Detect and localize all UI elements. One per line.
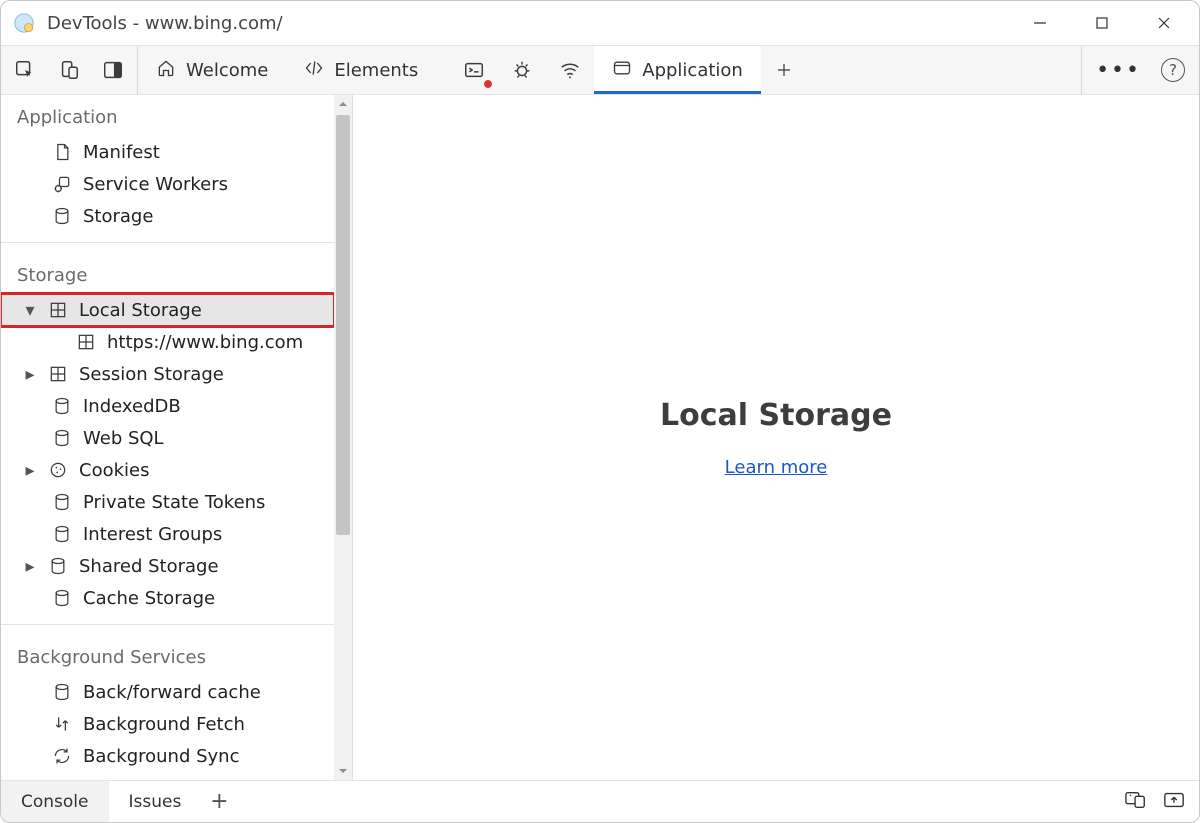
dock-side-icon[interactable] — [97, 54, 129, 86]
drawer: Console Issues + — [1, 780, 1199, 822]
sidebar-item-indexeddb[interactable]: IndexedDB — [1, 390, 334, 422]
tab-label: Elements — [334, 60, 418, 81]
section-application: Application — [1, 95, 334, 136]
window-minimize-button[interactable] — [1009, 1, 1071, 45]
window-maximize-button[interactable] — [1071, 1, 1133, 45]
tree-label: Manifest — [83, 142, 160, 163]
tab-welcome[interactable]: Welcome — [138, 46, 286, 94]
sidebar-item-background-sync[interactable]: Background Sync — [1, 740, 334, 772]
tree-label: Local Storage — [79, 300, 202, 321]
sidebar-item-manifest[interactable]: Manifest — [1, 136, 334, 168]
database-icon — [47, 555, 69, 577]
tab-elements[interactable]: Elements — [286, 46, 436, 94]
drawer-upload-icon[interactable] — [1163, 791, 1185, 813]
tree-label: Cache Storage — [83, 588, 215, 609]
tree-label: Interest Groups — [83, 524, 222, 545]
new-tab-button[interactable] — [761, 46, 807, 94]
drawer-new-tab-button[interactable]: + — [201, 781, 237, 822]
devtools-toolbar: Welcome Elements Application — [1, 45, 1199, 95]
fetch-icon — [51, 713, 73, 735]
drawer-tab-issues[interactable]: Issues — [109, 781, 202, 822]
console-errors-icon[interactable] — [458, 54, 490, 86]
chevron-right-icon: ▸ — [23, 460, 37, 481]
gear-box-icon — [51, 173, 73, 195]
database-icon — [51, 523, 73, 545]
tree-label: Storage — [83, 206, 153, 227]
tree-label: IndexedDB — [83, 396, 181, 417]
section-background-services: Background Services — [1, 635, 334, 676]
sidebar-item-background-fetch[interactable]: Background Fetch — [1, 708, 334, 740]
tree-label: Background Sync — [83, 746, 240, 767]
help-icon[interactable]: ? — [1161, 58, 1185, 82]
database-icon — [51, 205, 73, 227]
code-icon — [304, 58, 324, 83]
section-storage: Storage — [1, 253, 334, 294]
sidebar-item-shared-storage[interactable]: ▸ Shared Storage — [1, 550, 334, 582]
tab-label: Welcome — [186, 60, 268, 81]
tree-label: Session Storage — [79, 364, 224, 385]
network-icon[interactable] — [554, 54, 586, 86]
tree-label: https://www.bing.com — [107, 332, 303, 353]
tab-application[interactable]: Application — [594, 46, 761, 94]
tree-label: Web SQL — [83, 428, 164, 449]
chevron-right-icon: ▸ — [23, 364, 37, 385]
learn-more-link[interactable]: Learn more — [725, 457, 828, 478]
sidebar-item-private-state-tokens[interactable]: Private State Tokens — [1, 486, 334, 518]
grid-icon — [47, 299, 69, 321]
tree-label: Shared Storage — [79, 556, 219, 577]
sidebar-item-storage[interactable]: Storage — [1, 200, 334, 232]
tree-label: Cookies — [79, 460, 149, 481]
database-icon — [51, 491, 73, 513]
file-icon — [51, 141, 73, 163]
sidebar-item-bf-cache[interactable]: Back/forward cache — [1, 676, 334, 708]
database-icon — [51, 587, 73, 609]
home-icon — [156, 58, 176, 83]
sidebar-scrollbar[interactable] — [334, 95, 352, 780]
more-options-icon[interactable]: ••• — [1082, 58, 1155, 83]
window-title: DevTools - www.bing.com/ — [47, 13, 1009, 34]
sidebar-item-session-storage[interactable]: ▸ Session Storage — [1, 358, 334, 390]
tab-label: Issues — [129, 792, 182, 812]
content-pane: Local Storage Learn more — [353, 95, 1199, 780]
database-icon — [51, 427, 73, 449]
tree-label: Private State Tokens — [83, 492, 265, 513]
drawer-tab-console[interactable]: Console — [1, 781, 109, 822]
tree-label: Service Workers — [83, 174, 228, 195]
database-icon — [51, 681, 73, 703]
sidebar-item-cache-storage[interactable]: Cache Storage — [1, 582, 334, 614]
titlebar: DevTools - www.bing.com/ — [1, 1, 1199, 45]
tree-label: Background Fetch — [83, 714, 245, 735]
inspect-element-icon[interactable] — [9, 54, 41, 86]
grid-icon — [75, 331, 97, 353]
drawer-responsive-icon[interactable] — [1125, 791, 1147, 813]
sync-icon — [51, 745, 73, 767]
chevron-right-icon: ▸ — [23, 556, 37, 577]
scroll-down-icon[interactable] — [334, 762, 352, 780]
database-icon — [51, 395, 73, 417]
window-close-button[interactable] — [1133, 1, 1195, 45]
content-heading: Local Storage — [660, 398, 892, 433]
sidebar-item-service-workers[interactable]: Service Workers — [1, 168, 334, 200]
application-icon — [612, 58, 632, 83]
sidebar-item-interest-groups[interactable]: Interest Groups — [1, 518, 334, 550]
devtools-app-icon — [13, 12, 35, 34]
scroll-up-icon[interactable] — [334, 95, 352, 113]
tree-label: Back/forward cache — [83, 682, 261, 703]
grid-icon — [47, 363, 69, 385]
sidebar-item-websql[interactable]: Web SQL — [1, 422, 334, 454]
sidebar-item-local-storage-origin[interactable]: https://www.bing.com — [1, 326, 334, 358]
sidebar-item-local-storage[interactable]: ▾ Local Storage — [1, 294, 334, 326]
sidebar-item-cookies[interactable]: ▸ Cookies — [1, 454, 334, 486]
cookie-icon — [47, 459, 69, 481]
device-toggle-icon[interactable] — [53, 54, 85, 86]
tab-label: Console — [21, 792, 89, 812]
application-sidebar: Application Manifest Service Workers Sto… — [1, 95, 334, 780]
chevron-down-icon: ▾ — [23, 300, 37, 321]
tab-label: Application — [642, 60, 743, 81]
scroll-thumb[interactable] — [336, 115, 350, 535]
debug-icon[interactable] — [506, 54, 538, 86]
